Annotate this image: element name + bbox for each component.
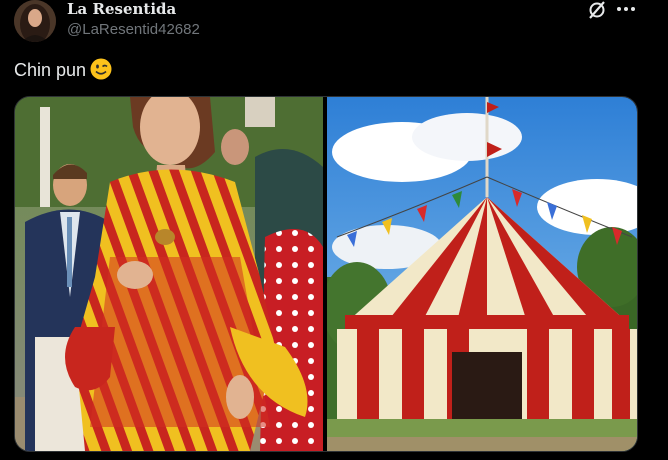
more-dots-icon[interactable] (614, 0, 638, 20)
grok-icon[interactable] (586, 0, 608, 20)
winking-face-emoji-icon (90, 58, 112, 80)
media-container (14, 96, 638, 452)
author-display-name[interactable]: La Resentida (67, 0, 176, 18)
woman-flamenco-dress-photo[interactable] (15, 97, 323, 451)
avatar[interactable] (14, 0, 56, 42)
circus-tent-photo[interactable] (327, 97, 637, 451)
tweet-text-content: Chin pun (14, 60, 87, 80)
tweet-text: Chin pun (14, 58, 112, 81)
author-handle[interactable]: @LaResentid42682 (67, 21, 200, 38)
